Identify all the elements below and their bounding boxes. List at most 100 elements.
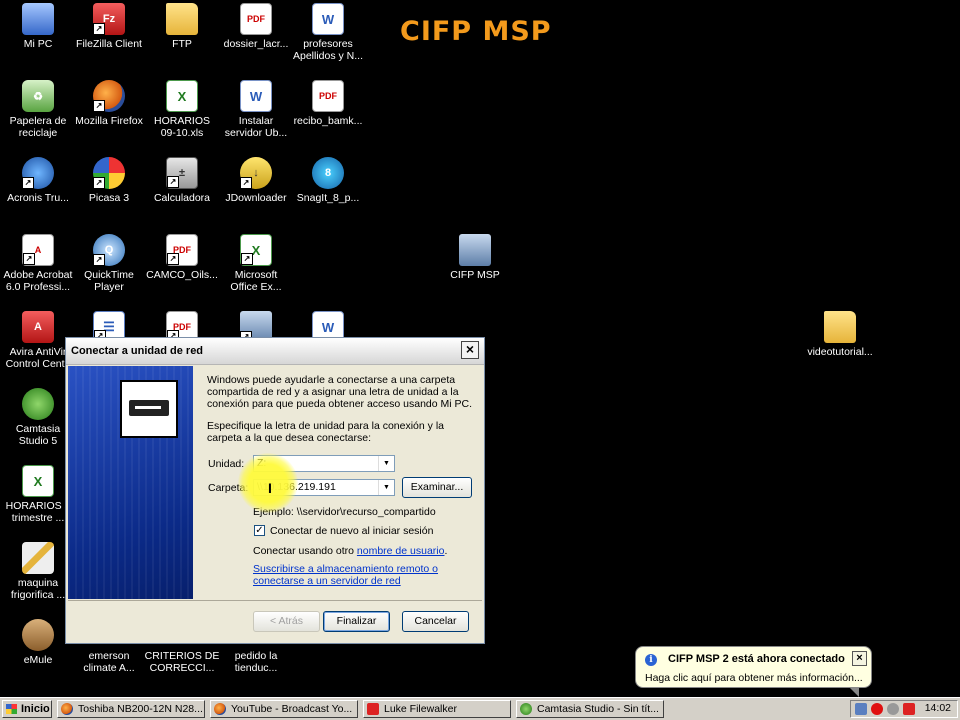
filezilla-icon: Fz ↗: [93, 3, 125, 35]
desktop-icon-label: Microsoft Office Ex...: [230, 269, 282, 293]
desktop-icon[interactable]: ± ↗ Calculadora: [144, 157, 220, 204]
desktop-icon[interactable]: emerson climate A...: [71, 650, 147, 674]
desktop-icon[interactable]: W Instalar servidor Ub...: [218, 80, 294, 139]
taskbar-item-toshiba[interactable]: Toshiba NB200-12N N28...: [57, 700, 205, 718]
button-separator: [68, 600, 482, 601]
desktop-icon[interactable]: ↗ Picasa 3: [71, 157, 147, 204]
shortcut-arrow-icon: ↗: [167, 253, 179, 265]
chevron-down-icon[interactable]: ▼: [378, 456, 394, 471]
shortcut-arrow-icon: ↗: [240, 177, 252, 189]
firefox-icon: [214, 703, 226, 715]
desktop-icon-label: pedido la tienduc...: [234, 650, 278, 674]
desktop-icon[interactable]: ↗ Acronis Tru...: [0, 157, 76, 204]
firefox-icon: [61, 703, 73, 715]
record-icon[interactable]: [871, 703, 883, 715]
clock: 14:02: [924, 702, 951, 714]
desktop-icon[interactable]: ↗ Mozilla Firefox: [71, 80, 147, 127]
desktop-icon[interactable]: PDF dossier_lacr...: [218, 3, 294, 50]
firefox-icon: ↗: [93, 80, 125, 112]
desktop-icon-label: Papelera de reciclaje: [9, 115, 67, 139]
folder-icon: [824, 311, 856, 343]
picasa-icon: ↗: [93, 157, 125, 189]
avira-icon: [367, 703, 379, 715]
folder-input[interactable]: \\10.136.219.191 ▼: [253, 479, 395, 496]
word-doc-icon: W: [312, 3, 344, 35]
desktop-icon[interactable]: CIFP MSP: [437, 234, 513, 281]
taskbar-item-camtasia[interactable]: Camtasia Studio - Sin tít...: [516, 700, 664, 718]
desktop-icon[interactable]: X ↗ Microsoft Office Ex...: [218, 234, 294, 293]
desktop-icon[interactable]: A ↗ Adobe Acrobat 6.0 Professi...: [0, 234, 76, 293]
taskbar-item-label: Camtasia Studio - Sin tít...: [537, 703, 659, 715]
browse-button[interactable]: Examinar...: [402, 477, 472, 498]
camtasia-icon: [520, 703, 532, 715]
other-user-link[interactable]: nombre de usuario: [357, 545, 445, 557]
dialog-body: Windows puede ayudarle a conectarse a un…: [207, 374, 477, 454]
calculator-icon: ± ↗: [166, 157, 198, 189]
desktop-icon-label: Adobe Acrobat 6.0 Professi...: [3, 269, 73, 293]
system-tray: 14:02: [850, 700, 958, 718]
excel-icon: X: [166, 80, 198, 112]
start-button[interactable]: Inicio: [2, 700, 52, 718]
desktop-icon-label: recibo_bamk...: [293, 115, 363, 127]
cancel-button[interactable]: Cancelar: [402, 611, 469, 632]
speaker-icon[interactable]: [887, 703, 899, 715]
desktop-icon[interactable]: CRITERIOS DE CORRECCI...: [144, 650, 220, 674]
instruction-text: Especifique la letra de unidad para la c…: [207, 420, 444, 444]
chevron-down-icon[interactable]: ▼: [378, 480, 394, 495]
network-drive-icon: [120, 380, 178, 438]
desktop-icon[interactable]: PDF ↗ CAMCO_Oils...: [144, 234, 220, 281]
windows-logo-icon: [6, 704, 17, 714]
notification-title: CIFP MSP 2 está ahora conectado: [668, 653, 845, 665]
network-icon[interactable]: [855, 703, 867, 715]
info-icon: i: [645, 654, 657, 666]
brand-watermark: CIFP MSP: [400, 16, 552, 47]
desktop-icon[interactable]: X HORARIOS 09-10.xls: [144, 80, 220, 139]
desktop-icon-label: videotutorial...: [807, 346, 873, 358]
dialog-titlebar[interactable]: Conectar a unidad de red ×: [66, 338, 484, 365]
shortcut-arrow-icon: ↗: [93, 254, 105, 266]
desktop-icon-label: SnagIt_8_p...: [296, 192, 360, 204]
desktop-icon-label: JDownloader: [225, 192, 287, 204]
connection-notification[interactable]: i CIFP MSP 2 está ahora conectado Haga c…: [635, 646, 872, 697]
desktop-icon[interactable]: Mi PC: [0, 3, 76, 50]
desktop-icon[interactable]: pedido la tienduc...: [218, 650, 294, 674]
avira-icon[interactable]: [903, 703, 915, 715]
pdf-icon: PDF: [240, 3, 272, 35]
taskbar-item-label: Luke Filewalker: [384, 703, 457, 715]
finish-button[interactable]: Finalizar: [323, 611, 390, 632]
taskbar-item-filewalker[interactable]: Luke Filewalker: [363, 700, 511, 718]
desktop-icon[interactable]: videotutorial...: [802, 311, 878, 358]
desktop-icon[interactable]: FTP: [144, 3, 220, 50]
desktop-icon-label: dossier_lacr...: [223, 38, 289, 50]
desktop-icon[interactable]: ↓ ↗ JDownloader: [218, 157, 294, 204]
jdownloader-icon: ↓ ↗: [240, 157, 272, 189]
desktop-icon-label: Mozilla Firefox: [75, 115, 143, 127]
taskbar-item-youtube[interactable]: YouTube - Broadcast Yo...: [210, 700, 358, 718]
desktop-icon[interactable]: PDF recibo_bamk...: [290, 80, 366, 127]
close-icon[interactable]: ×: [852, 651, 867, 666]
avira-icon: A: [22, 311, 54, 343]
desktop-icon[interactable]: Fz ↗ FileZilla Client: [71, 3, 147, 50]
desktop-icon[interactable]: ♻ Papelera de reciclaje: [0, 80, 76, 139]
shortcut-arrow-icon: ↗: [23, 253, 35, 265]
shortcut-arrow-icon: ↗: [167, 176, 179, 188]
drive-letter-select[interactable]: Z: ▼: [253, 455, 395, 472]
back-button[interactable]: < Atrás: [253, 611, 320, 632]
acronis-icon: ↗: [22, 157, 54, 189]
taskbar-item-label: Toshiba NB200-12N N28...: [78, 703, 203, 715]
reconnect-checkbox[interactable]: ✓: [254, 525, 265, 536]
pdf-icon: PDF: [312, 80, 344, 112]
other-user-text: Conectar usando otro nombre de usuario.: [253, 545, 447, 557]
unidad-label: Unidad:: [208, 458, 245, 470]
remote-storage-link[interactable]: Suscribirse a almacenamiento remoto o co…: [253, 563, 443, 587]
shortcut-arrow-icon: ↗: [93, 177, 105, 189]
close-icon[interactable]: ×: [461, 341, 479, 359]
desktop-icon-label: FTP: [172, 38, 192, 50]
desktop-icon[interactable]: 8 SnagIt_8_p...: [290, 157, 366, 204]
desktop-icon-label: Instalar servidor Ub...: [224, 115, 288, 139]
emule-icon: [22, 619, 54, 651]
notification-text: Haga clic aquí para obtener más informac…: [645, 672, 863, 684]
desktop-icon-label: Picasa 3: [88, 192, 130, 204]
desktop-icon[interactable]: Q ↗ QuickTime Player: [71, 234, 147, 293]
desktop-icon[interactable]: Wprofesores Apellidos y N...: [290, 3, 366, 62]
